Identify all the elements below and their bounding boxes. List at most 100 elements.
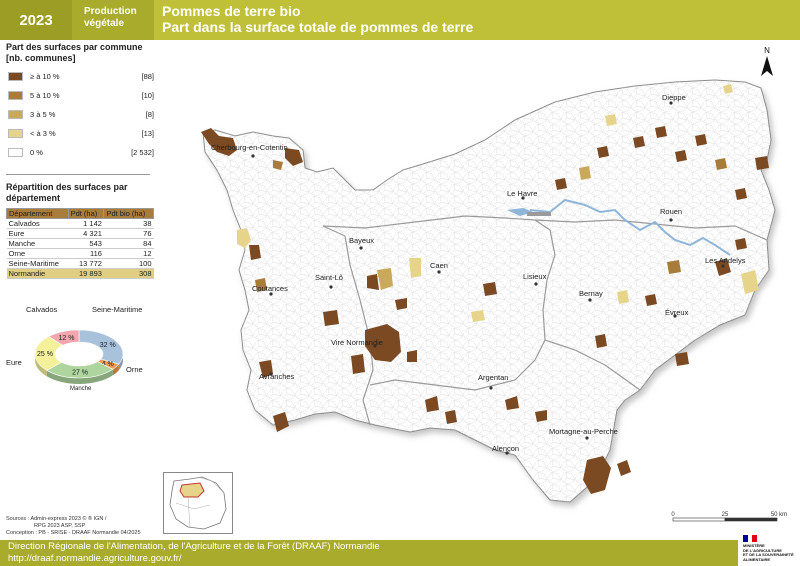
category-line1: Production [84, 6, 137, 17]
le-havre-port [527, 212, 551, 216]
table-cell: Manche [6, 238, 69, 249]
legend-title: Part des surfaces par commune [nb. commu… [6, 42, 154, 64]
place-label: Mortagne-au-Perche [549, 427, 618, 436]
donut-label-eure: Eure [6, 358, 22, 367]
donut-pct-label: 12 % [58, 335, 74, 342]
place-label: Bayeux [349, 236, 374, 245]
table-cell: 4 321 [68, 228, 104, 239]
donut-pct-label: 25 % [37, 351, 53, 358]
donut-chart: 32 % 4 % 27 % 25 % 12 % Calvados Seine-Marit… [4, 302, 154, 402]
place-label: Saint-Lô [315, 273, 343, 282]
french-flag-icon [743, 535, 758, 542]
north-arrow-icon: N [757, 44, 777, 80]
table-cell: Orne [6, 248, 69, 259]
header: 2023 Production végétale Pommes de terre… [0, 0, 800, 40]
legend-swatch [8, 72, 23, 81]
table-header: Département [6, 208, 69, 219]
table-cell: 38 [103, 218, 154, 229]
table-cell: 76 [103, 228, 154, 239]
legend-class-count: [8] [145, 110, 154, 119]
table-cell: 19 893 [68, 268, 104, 279]
sources-line: Sources : Admin-express 2023 © ® IGN / [6, 516, 107, 522]
ministry-logo: MINISTÈRE DE L'AGRICULTURE ET DE LA SOUV… [738, 532, 798, 566]
footer-org: Direction Régionale de l'Alimentation, d… [8, 541, 380, 552]
table-header-row: Département Pdt (ha) Pdt bio (ha) [6, 208, 154, 219]
table-row: Eure 4 321 76 [6, 228, 154, 239]
legend-class-count: [88] [141, 72, 154, 81]
title-line2: Part dans la surface totale de pommes de… [162, 19, 474, 35]
repartition-table: Département Pdt (ha) Pdt bio (ha) Calvad… [6, 208, 154, 279]
place-label: Le Havre [507, 189, 537, 198]
table-cell: 543 [68, 238, 104, 249]
donut-pct-label: 27 % [72, 369, 88, 376]
donut-label-calvados: Calvados [26, 305, 58, 314]
donut-label-seine-maritime: Seine-Maritime [92, 305, 143, 314]
table-header: Pdt bio (ha) [103, 208, 154, 219]
legend-class-1: ≥ à 10 % [88] [6, 70, 154, 89]
table-row: Seine-Maritime 13 772 100 [6, 258, 154, 269]
legend-title-line2: [nb. communes] [6, 53, 76, 63]
sources-line: RPG 2023 ASP, SSP [34, 523, 86, 529]
table-cell: 308 [103, 268, 154, 279]
legend-class-4: < à 3 % [13] [6, 127, 154, 146]
legend-class-count: [13] [141, 129, 154, 138]
table-total-row: Normandie 19 893 308 [6, 268, 154, 279]
year-badge: 2023 [0, 0, 72, 40]
legend-class-label: 0 % [30, 148, 43, 157]
table-cell: Normandie [6, 268, 69, 279]
table-cell: Calvados [6, 218, 69, 229]
north-label: N [764, 46, 770, 55]
table-cell: 116 [68, 248, 104, 259]
legend-class-2: 5 à 10 % [10] [6, 89, 154, 108]
scale-bar: 0 25 50 km [665, 507, 800, 533]
table-row: Calvados 1 142 38 [6, 218, 154, 229]
repartition-title: Répartition des surfaces par département [6, 182, 154, 204]
scale-tick: 0 [671, 512, 675, 518]
place-label: Coutances [252, 284, 288, 293]
logo-line: ALIMENTAIRE [743, 556, 771, 562]
legend: Part des surfaces par commune [nb. commu… [6, 42, 154, 165]
place-label: Lisieux [523, 272, 547, 281]
place-label: Rouen [660, 207, 682, 216]
map-svg: Dieppe Cherbourg-en-Cotentin Le Havre Ro… [201, 79, 776, 503]
place-label: Bernay [579, 289, 603, 298]
place-label: Dieppe [662, 93, 686, 102]
repartition-title-line1: Répartition des surfaces par [6, 182, 128, 192]
place-label: Vire Normandie [331, 338, 383, 347]
legend-class-3: 3 à 5 % [8] [6, 108, 154, 127]
inset-locator-map [163, 472, 233, 534]
legend-class-label: 3 à 5 % [30, 110, 56, 119]
table-cell: 1 142 [68, 218, 104, 229]
place-label: Les Andelys [705, 256, 746, 265]
legend-class-label: 5 à 10 % [30, 91, 60, 100]
footer: Direction Régionale de l'Alimentation, d… [0, 540, 738, 566]
repartition-title-line2: département [6, 193, 61, 203]
scale-tick: 25 [722, 512, 729, 518]
table-cell: 12 [103, 248, 154, 259]
table-cell: 100 [103, 258, 154, 269]
place-label: Cherbourg-en-Cotentin [211, 143, 288, 152]
donut-pct-label: 32 % [100, 342, 116, 349]
table-row: Orne 116 12 [6, 248, 154, 259]
legend-divider [6, 174, 150, 175]
sources-line: Conception : PB - SRISE - DRAAF Normandi… [6, 530, 141, 536]
legend-title-line1: Part des surfaces par commune [6, 42, 143, 52]
table-cell: 84 [103, 238, 154, 249]
donut-label-manche: Manche [70, 386, 92, 392]
legend-swatch [8, 91, 23, 100]
place-label: Argentan [478, 373, 508, 382]
table-row: Manche 543 84 [6, 238, 154, 249]
legend-swatch [8, 129, 23, 138]
footer-url[interactable]: http://draaf.normandie.agriculture.gouv.… [8, 553, 738, 565]
table-cell: 13 772 [68, 258, 104, 269]
logo-text: MINISTÈRE DE L'AGRICULTURE ET DE LA SOUV… [743, 543, 798, 562]
scale-tick: 50 km [771, 512, 787, 518]
category-line2: végétale [84, 18, 125, 29]
legend-class-5: 0 % [2 532] [6, 146, 154, 165]
place-label: Caen [430, 261, 448, 270]
donut-label-orne: Orne [126, 365, 143, 374]
legend-class-count: [10] [141, 91, 154, 100]
legend-class-label: ≥ à 10 % [30, 72, 60, 81]
place-label: Avranches [259, 372, 295, 381]
place-label: Évreux [665, 308, 689, 317]
